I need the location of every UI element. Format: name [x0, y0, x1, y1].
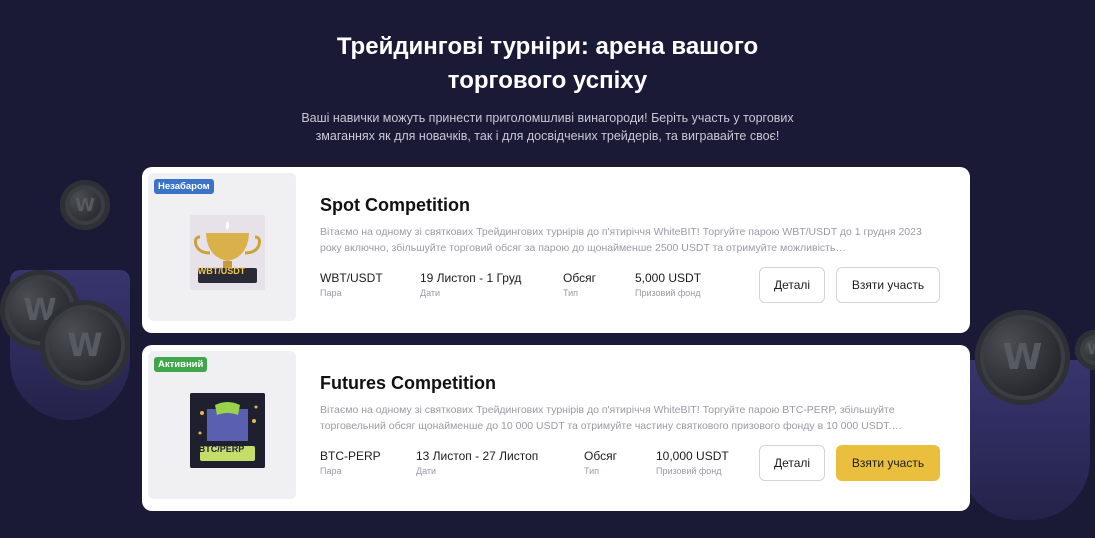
stat-prize-value: 5,000 USDT — [635, 271, 702, 285]
stat-prize-value: 10,000 USDT — [656, 449, 729, 463]
trophy-cup-icon — [10, 270, 130, 420]
competition-title: Spot Competition — [320, 195, 470, 215]
stat-dates: 13 Листоп - 27 Листоп Дати — [416, 449, 538, 476]
stat-pair: BTC-PERP Пара — [320, 449, 381, 476]
stat-dates-value: 13 Листоп - 27 Листоп — [416, 449, 539, 463]
stat-pair: WBT/USDT Пара — [320, 271, 383, 298]
details-button[interactable]: Деталі — [759, 267, 825, 303]
stat-type: Обсяг Тип — [584, 449, 617, 476]
stat-prize-label: Призовий фонд — [635, 288, 701, 298]
stat-dates-label: Дати — [420, 288, 441, 298]
coin-icon — [60, 180, 110, 230]
page-subtitle: Ваші навички можуть принести приголомшли… — [301, 111, 794, 143]
competition-thumbnail — [148, 351, 296, 499]
trophy-image — [190, 215, 265, 290]
thumbnail-pair-label: BTC/PERP — [198, 444, 245, 454]
stat-type-value: Обсяг — [563, 271, 596, 285]
coin-icon — [975, 310, 1070, 405]
stat-dates-label: Дати — [416, 466, 437, 476]
stat-pair-label: Пара — [320, 466, 342, 476]
trophy-cup-icon — [960, 360, 1090, 520]
competition-card-spot[interactable]: Незабаром WBT/USDT Spot Competition Віта… — [142, 167, 970, 333]
competition-card-futures[interactable]: Активний BTC/PERP Futures Competition Ві… — [142, 345, 970, 511]
stat-pair-value: BTC-PERP — [320, 449, 381, 463]
hero-section: Трейдингові турніри: арена вашого торгов… — [0, 30, 1095, 145]
stat-prize: 5,000 USDT Призовий фонд — [635, 271, 701, 298]
thumbnail-pair-label: WBT/USDT — [197, 266, 246, 276]
stat-type-label: Тип — [584, 466, 600, 476]
competition-description: Вітаємо на одному зі святкових Трейдинго… — [320, 404, 902, 432]
stat-dates: 19 Листоп - 1 Груд Дати — [420, 271, 521, 298]
status-badge: Активний — [154, 357, 208, 372]
stat-prize: 10,000 USDT Призовий фонд — [656, 449, 729, 476]
competition-title: Futures Competition — [320, 373, 496, 393]
stat-type: Обсяг Тип — [563, 271, 596, 298]
futures-image — [190, 393, 265, 468]
stat-pair-value: WBT/USDT — [320, 271, 383, 285]
stat-type-value: Обсяг — [584, 449, 617, 463]
join-button[interactable]: Взяти участь — [836, 445, 940, 481]
status-badge: Незабаром — [154, 179, 214, 194]
stat-type-label: Тип — [563, 288, 579, 298]
coin-icon — [40, 300, 130, 390]
stat-pair-label: Пара — [320, 288, 342, 298]
stat-dates-value: 19 Листоп - 1 Груд — [420, 271, 522, 285]
page-title: Трейдингові турніри: арена вашого торгов… — [336, 33, 759, 94]
stat-prize-label: Призовий фонд — [656, 466, 722, 476]
coin-icon — [1075, 330, 1095, 370]
details-button[interactable]: Деталі — [759, 445, 825, 481]
competition-description: Вітаємо на одному зі святкових Трейдинго… — [320, 226, 922, 254]
coin-icon — [0, 270, 80, 350]
join-button[interactable]: Взяти участь — [836, 267, 940, 303]
competition-thumbnail — [148, 173, 296, 321]
